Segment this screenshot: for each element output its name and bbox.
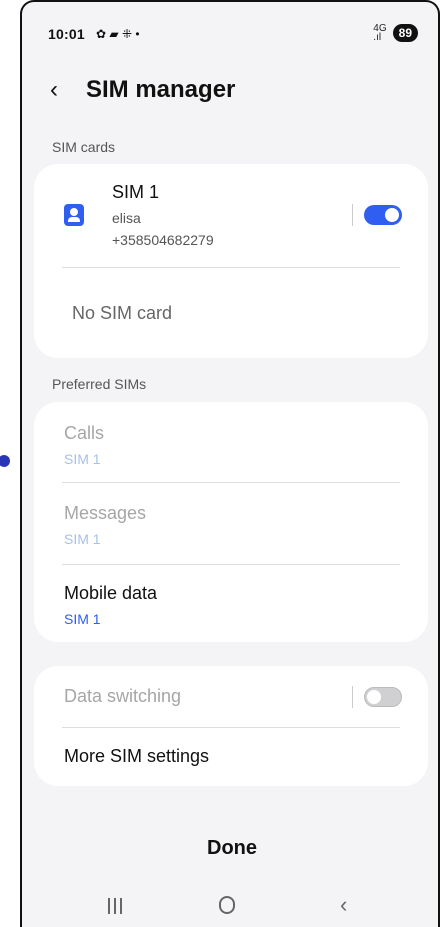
notification-icons: ✿ ▰ ⁜ • [96, 27, 140, 41]
no-sim-card-label: No SIM card [72, 303, 173, 323]
sim-contact-icon [64, 204, 84, 226]
nav-back-icon[interactable]: ‹ [340, 892, 347, 918]
recent-apps-icon[interactable] [107, 898, 123, 914]
sim1-number: +358504682279 [112, 232, 214, 248]
more-options-card: Data switching More SIM settings [34, 666, 428, 786]
side-indicator-dot [0, 455, 10, 467]
status-bar: 10:01 ✿ ▰ ⁜ • 4G .ıl 89 [48, 23, 418, 48]
divider [62, 267, 400, 268]
toggle-separator [352, 204, 353, 226]
sim1-toggle[interactable] [364, 205, 402, 225]
messages-value: SIM 1 [64, 531, 101, 547]
data-switching-label: Data switching [64, 686, 182, 706]
page-title: SIM manager [86, 76, 236, 103]
home-icon[interactable] [219, 896, 235, 914]
sim1-name: SIM 1 [112, 182, 160, 202]
messages-title: Messages [64, 503, 147, 523]
page-header: ‹ SIM manager [50, 72, 235, 108]
calls-value: SIM 1 [64, 451, 101, 467]
navigation-bar: ‹ [22, 892, 438, 922]
back-icon[interactable]: ‹ [50, 76, 78, 104]
sim-cards-card: SIM 1 elisa +358504682279 No SIM card [34, 164, 428, 358]
divider [62, 482, 400, 483]
divider [62, 564, 400, 565]
status-time: 10:01 [48, 26, 85, 42]
done-button[interactable]: Done [22, 837, 438, 860]
phone-frame: 10:01 ✿ ▰ ⁜ • 4G .ıl 89 ‹ SIM manager SIM… [20, 0, 440, 927]
section-label-sim-cards: SIM cards [52, 139, 116, 155]
preferred-sims-card: Calls SIM 1 Messages SIM 1 Mobile data S… [34, 402, 428, 642]
section-label-preferred-sims: Preferred SIMs [52, 376, 147, 392]
data-switching-toggle[interactable] [364, 687, 402, 707]
mobile-data-value: SIM 1 [64, 611, 101, 627]
more-sim-settings-label: More SIM settings [64, 746, 210, 766]
divider [62, 727, 400, 728]
calls-title: Calls [64, 423, 105, 443]
sim1-operator: elisa [112, 210, 141, 226]
toggle-separator [352, 686, 353, 708]
battery-icon: 89 [392, 24, 418, 42]
mobile-data-title: Mobile data [64, 583, 158, 603]
status-right: 4G .ıl 89 [373, 23, 418, 43]
network-icon: 4G .ıl [373, 23, 387, 43]
